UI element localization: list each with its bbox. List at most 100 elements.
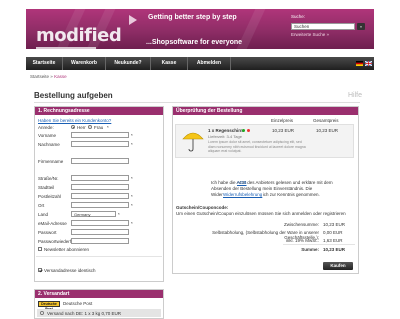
page: modified Getting better step by step ...… — [26, 9, 374, 319]
billing-address-heading: 1. Rechnungsadresse — [35, 107, 163, 115]
salutation-herr-label: Herr — [77, 125, 86, 130]
shipping-option-radio[interactable] — [40, 311, 44, 315]
postcode-label: Postleitzahl — [38, 194, 62, 199]
salutation-label: Anrede: — [38, 125, 54, 130]
search-input[interactable]: Suchen — [291, 23, 355, 30]
district-label: Stadtteil — [38, 185, 55, 190]
total-divider — [283, 244, 355, 245]
district-field[interactable] — [71, 184, 129, 190]
breadcrumb-home[interactable]: Startseite — [30, 74, 49, 79]
password-repeat-field[interactable] — [71, 238, 129, 244]
breadcrumb-current[interactable]: Kasse — [54, 74, 67, 79]
product-total-price: 10,23 EUR — [316, 128, 339, 133]
nav-abmelden[interactable]: Abmelden — [188, 57, 230, 70]
subtotal-value: 10,23 EUR — [323, 222, 346, 227]
revocation-link[interactable]: Widerrufsbelehrung — [223, 192, 263, 197]
breadcrumb: Startseite » Kasse — [30, 74, 67, 79]
advanced-search-link[interactable]: Erweiterte Suche » — [291, 32, 329, 37]
newsletter-label: Newsletter abonnieren — [44, 247, 90, 252]
total-price-header: Gesamtpreis — [313, 118, 339, 123]
nav-neukunde[interactable]: Neukunde? — [106, 57, 150, 70]
coupon-text: Um einen Gutschein/Coupon einzulösen müs… — [176, 211, 346, 216]
play-arrow-icon — [129, 15, 137, 25]
section-divider — [36, 256, 162, 257]
required-mark: * — [131, 133, 133, 138]
product-description: Lorem ipsum dolor sit amet, consectetuer… — [208, 140, 306, 153]
help-link[interactable]: Hilfe — [348, 92, 362, 99]
city-field[interactable] — [71, 202, 129, 208]
nav-kasse[interactable]: Kasse — [151, 57, 187, 70]
carrier-name: Deutsche Post — [63, 301, 93, 306]
remove-icon[interactable] — [247, 129, 250, 132]
availability-dot — [242, 129, 245, 132]
umbrella-icon — [182, 132, 204, 152]
coupon-heading: Gutschein/Couponcode: — [176, 205, 229, 210]
firstname-field[interactable] — [71, 132, 129, 138]
total-value: 10,23 EUR — [323, 247, 346, 252]
salutation-herr-radio[interactable] — [71, 125, 75, 129]
product-name[interactable]: 1 x Regenschirm — [208, 128, 244, 133]
required-mark: * — [107, 125, 109, 130]
site-header: modified Getting better step by step ...… — [26, 9, 374, 49]
street-label: Straße/Nr. — [38, 176, 59, 181]
nav-startseite[interactable]: Startseite — [26, 57, 62, 70]
firstname-label: Vorname — [38, 133, 57, 138]
agb-link[interactable]: AGB — [237, 180, 247, 185]
search-box: Suche: Suchen » Erweiterte Suche » — [291, 14, 369, 44]
company-label: Firmenname — [38, 159, 64, 164]
street-field[interactable] — [71, 175, 129, 181]
lastname-label: Nachname — [38, 142, 60, 147]
shipping-cost-value: 0,00 EUR — [323, 230, 343, 235]
city-label: Ort — [38, 203, 45, 208]
email-label: eMail-Adresse — [38, 221, 67, 226]
same-shipping-label: Versandadresse identisch — [44, 268, 96, 273]
breadcrumb-separator: » — [50, 74, 53, 79]
company-field[interactable] — [71, 158, 129, 164]
nav-warenkorb[interactable]: Warenkorb — [63, 57, 105, 70]
order-summary-panel: Überprüfung der Bestellung Einzelpreis G… — [172, 106, 359, 274]
shipping-method-heading: 2. Versandart — [35, 290, 163, 298]
shipping-option-label: Versand nach DE: 1 x 3 kg 0,70 EUR — [47, 311, 122, 316]
required-mark: * — [131, 221, 133, 226]
country-label: Land — [38, 212, 49, 217]
main-navigation: Startseite Warenkorb Neukunde? Kasse Abm… — [26, 57, 374, 70]
salutation-frau-radio[interactable] — [88, 125, 92, 129]
password-label: Passwort — [38, 230, 57, 235]
shop-logo[interactable]: modified — [36, 25, 122, 46]
slogan-bottom: ...Shopsoftware for everyone — [146, 39, 243, 46]
country-select[interactable]: Germany — [71, 211, 116, 217]
order-summary-heading: Überprüfung der Bestellung — [173, 107, 358, 115]
shipping-method-panel: 2. Versandart Deutsche Post Deutsche Pos… — [34, 289, 164, 319]
required-mark: * — [131, 176, 133, 181]
email-field[interactable] — [71, 220, 129, 226]
postcode-field[interactable] — [71, 193, 129, 199]
required-mark: * — [118, 212, 120, 217]
cart-product-row: 1 x Regenschirm 10,23 EUR 10,23 EUR Lief… — [175, 124, 354, 158]
en-flag-icon[interactable] — [365, 61, 372, 66]
required-mark: * — [131, 194, 133, 199]
salutation-frau-label: Frau — [94, 125, 104, 130]
subtotal-label: Zwischensumme: — [283, 222, 319, 227]
password-field[interactable] — [71, 229, 129, 235]
vat-label: inkl. 19% MwSt.: — [285, 238, 319, 243]
billing-address-panel: 1. Rechnungsadresse Haben Sie bereits ei… — [34, 106, 164, 282]
slogan-top: Getting better step by step — [148, 14, 237, 21]
required-mark: * — [131, 203, 133, 208]
page-title: Bestellung aufgeben — [34, 91, 113, 100]
title-divider — [34, 102, 360, 103]
total-label: Summe: — [301, 247, 319, 252]
buy-button[interactable]: Kaufen — [323, 262, 353, 270]
existing-account-link[interactable]: Haben Sie bereits ein Kundenkonto? — [38, 118, 111, 123]
unit-price-header: Einzelpreis — [271, 118, 294, 123]
required-mark: * — [131, 142, 133, 147]
search-label: Suche: — [291, 14, 306, 19]
nav-divider — [230, 57, 231, 70]
de-flag-icon[interactable] — [356, 61, 363, 66]
newsletter-checkbox[interactable] — [38, 247, 42, 251]
search-button[interactable]: » — [357, 23, 365, 30]
logo-underline — [36, 47, 96, 49]
product-unit-price: 10,23 EUR — [272, 128, 295, 133]
same-shipping-checkbox[interactable] — [38, 268, 42, 272]
lastname-field[interactable] — [71, 141, 129, 147]
vat-value: 1,63 EUR — [323, 238, 343, 243]
